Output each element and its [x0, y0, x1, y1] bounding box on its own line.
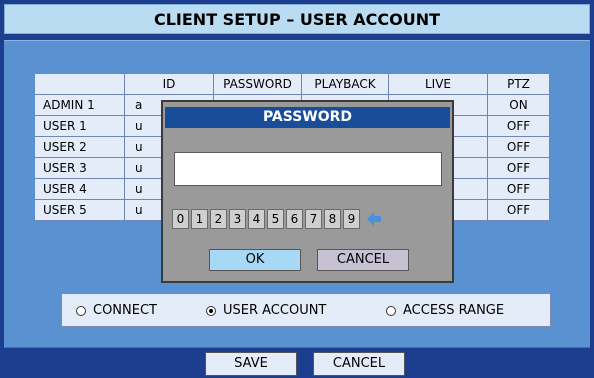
key-1[interactable]: 1 [191, 209, 208, 229]
client-setup-window: CLIENT SETUP – USER ACCOUNT ID PASSWORD … [0, 0, 594, 378]
mode-connect-label: CONNECT [93, 303, 157, 318]
row-name: USER 1 [35, 116, 125, 137]
key-3[interactable]: 3 [229, 209, 246, 229]
ok-button[interactable]: OK [209, 249, 301, 271]
key-5[interactable]: 5 [267, 209, 284, 229]
password-dialog-title: PASSWORD [165, 107, 450, 128]
mode-access-range-label: ACCESS RANGE [403, 303, 505, 318]
header-playback: PLAYBACK [302, 74, 389, 95]
row-name: ADMIN 1 [35, 95, 125, 116]
table-header-row: ID PASSWORD PLAYBACK LIVE PTZ [35, 74, 550, 95]
header-name [35, 74, 125, 95]
row-name: USER 2 [35, 137, 125, 158]
numeric-keypad: 0 1 2 3 4 5 6 7 8 9 [172, 209, 384, 231]
row-ptz[interactable]: OFF [488, 200, 550, 221]
password-dialog: PASSWORD 0 1 2 3 4 5 6 7 8 9 OK CANCEL [161, 100, 454, 283]
header-live: LIVE [389, 74, 488, 95]
row-ptz[interactable]: ON [488, 95, 550, 116]
key-9[interactable]: 9 [343, 209, 360, 229]
key-7[interactable]: 7 [305, 209, 322, 229]
mode-selector: CONNECT USER ACCOUNT ACCESS RANGE [61, 293, 551, 327]
key-6[interactable]: 6 [286, 209, 303, 229]
row-name: USER 4 [35, 179, 125, 200]
radio-access-range[interactable] [386, 305, 396, 316]
key-0[interactable]: 0 [172, 209, 189, 229]
row-ptz[interactable]: OFF [488, 158, 550, 179]
row-ptz[interactable]: OFF [488, 116, 550, 137]
row-ptz[interactable]: OFF [488, 179, 550, 200]
mode-access-range[interactable]: ACCESS RANGE [386, 303, 504, 318]
header-ptz: PTZ [488, 74, 550, 95]
radio-user-account[interactable] [206, 305, 216, 316]
row-name: USER 5 [35, 200, 125, 221]
mode-user-account-label: USER ACCOUNT [223, 303, 327, 318]
key-4[interactable]: 4 [248, 209, 265, 229]
key-2[interactable]: 2 [210, 209, 227, 229]
backspace-arrow-icon[interactable] [364, 209, 384, 229]
dialog-cancel-button[interactable]: CANCEL [317, 249, 409, 271]
save-button[interactable]: SAVE [205, 352, 297, 376]
row-ptz[interactable]: OFF [488, 137, 550, 158]
header-password: PASSWORD [214, 74, 302, 95]
password-input[interactable] [174, 152, 442, 186]
cancel-button[interactable]: CANCEL [313, 352, 405, 376]
window-title: CLIENT SETUP – USER ACCOUNT [4, 4, 590, 34]
mode-connect[interactable]: CONNECT [76, 303, 157, 318]
row-name: USER 3 [35, 158, 125, 179]
mode-user-account[interactable]: USER ACCOUNT [206, 303, 326, 318]
header-id: ID [125, 74, 214, 95]
backspace-arrow-icon-svg [367, 212, 381, 226]
key-8[interactable]: 8 [324, 209, 341, 229]
radio-connect[interactable] [76, 305, 86, 316]
